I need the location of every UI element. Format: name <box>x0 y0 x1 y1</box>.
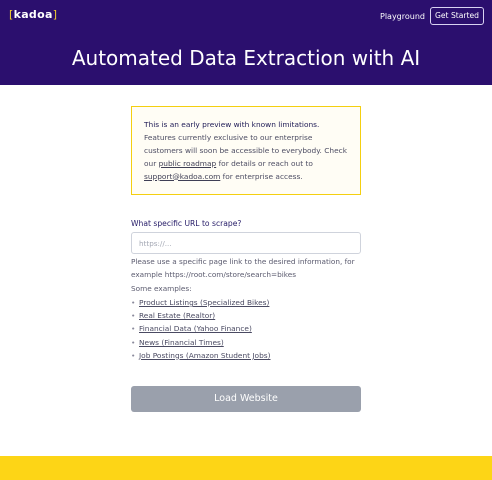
url-input[interactable] <box>131 232 361 254</box>
notice-body-2: for details or reach out to <box>216 158 313 168</box>
load-website-button[interactable]: Load Website <box>131 386 361 412</box>
examples-label: Some examples: <box>131 284 192 293</box>
example-link-real-estate[interactable]: Real Estate (Realtor) <box>139 311 215 320</box>
bullet-icon: • <box>131 324 136 334</box>
page-title: Automated Data Extraction with AI <box>71 46 421 70</box>
example-item: • Product Listings (Specialized Bikes) <box>131 298 271 311</box>
footer-band <box>0 456 492 480</box>
example-link-financial-data[interactable]: Financial Data (Yahoo Finance) <box>139 324 252 333</box>
get-started-button[interactable]: Get Started <box>430 7 484 25</box>
notice-body-3: for enterprise access. <box>220 171 303 181</box>
kadoa-logo[interactable]: [kadoa] <box>9 8 57 21</box>
examples-list: • Product Listings (Specialized Bikes) • R… <box>131 298 271 364</box>
site-header: [kadoa] Playground Get Started Automated… <box>0 0 492 85</box>
example-link-product-listings[interactable]: Product Listings (Specialized Bikes) <box>139 298 269 307</box>
public-roadmap-link[interactable]: public roadmap <box>159 159 217 168</box>
example-item: • Job Postings (Amazon Student Jobs) <box>131 351 271 364</box>
url-field-label: What specific URL to scrape? <box>131 219 242 228</box>
support-email-link[interactable]: support@kadoa.com <box>144 172 220 181</box>
bullet-icon: • <box>131 311 136 321</box>
example-item: • Real Estate (Realtor) <box>131 311 271 324</box>
preview-notice: This is an early preview with known limi… <box>131 106 361 195</box>
logo-bracket-close: ] <box>52 8 58 21</box>
example-link-job-postings[interactable]: Job Postings (Amazon Student Jobs) <box>139 351 271 360</box>
nav-playground-link[interactable]: Playground <box>380 12 425 21</box>
bullet-icon: • <box>131 298 136 307</box>
bullet-icon: • <box>131 337 136 347</box>
example-link-news[interactable]: News (Financial Times) <box>139 338 224 347</box>
logo-text: kadoa <box>13 8 53 21</box>
url-help-text: Please use a specific page link to the d… <box>131 257 355 279</box>
example-item: • Financial Data (Yahoo Finance) <box>131 324 271 337</box>
bullet-icon: • <box>131 350 136 360</box>
notice-title: This is an early preview with known limi… <box>144 120 320 129</box>
example-item: • News (Financial Times) <box>131 338 271 351</box>
